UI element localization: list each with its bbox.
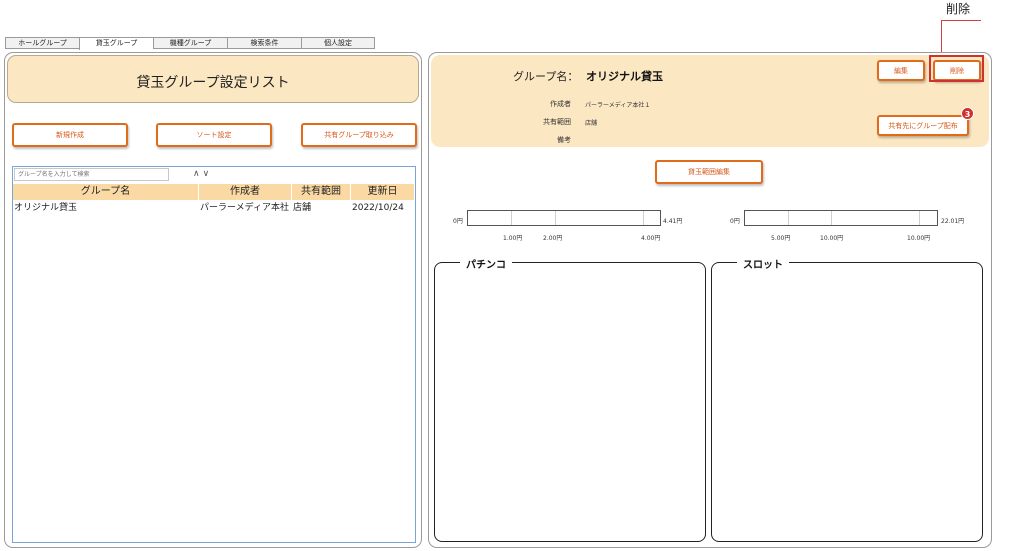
slot-chart-title: スロット [737, 256, 789, 271]
range-tick [555, 211, 556, 225]
note-label: 備考 [557, 136, 571, 144]
pachinko-tick-label: 1.00円 [503, 235, 523, 242]
slot-tick-label: 5.00円 [771, 235, 791, 242]
callout-line [941, 20, 942, 56]
tab-model-group[interactable]: 機種グループ [153, 37, 227, 49]
slot-tick-label: 10.00円 [820, 235, 844, 242]
delete-highlight-box [929, 55, 984, 82]
slot-chart: スロット [711, 256, 983, 542]
creator-value: パーラーメディア本社１ [585, 102, 651, 109]
group-search-input[interactable] [14, 168, 169, 181]
slot-tick-label: 10.00円 [907, 235, 931, 242]
column-header-share-scope[interactable]: 共有範囲 [292, 184, 351, 200]
list-header: 貸玉グループ設定リスト [7, 55, 419, 103]
share-scope-label: 共有範囲 [543, 118, 571, 126]
cell-share-scope: 店舗 [292, 201, 351, 215]
tab-bar: ホールグループ 貸玉グループ 機種グループ 検索条件 個人設定 [5, 37, 375, 50]
column-header-creator[interactable]: 作成者 [199, 184, 292, 200]
slot-range-min: 0円 [730, 218, 740, 225]
slot-range-bar [744, 210, 938, 226]
range-tick [511, 211, 512, 225]
cell-creator: パーラーメディア本社１ [200, 201, 292, 215]
group-list-panel: 貸玉グループ設定リスト 新規作成 ソート設定 共有グループ取り込み ∧∨ グルー… [4, 52, 422, 548]
tab-lending-group[interactable]: 貸玉グループ [79, 37, 153, 50]
column-header-updated[interactable]: 更新日 [351, 184, 415, 200]
group-name-value: オリジナル貸玉 [586, 70, 663, 83]
notification-badge: 3 [961, 107, 974, 120]
pachinko-range-min: 0円 [453, 218, 463, 225]
slot-range-max: 22.01円 [941, 218, 965, 225]
table-header: グループ名 作成者 共有範囲 更新日 [13, 184, 415, 200]
share-scope-value: 店舗 [585, 120, 598, 127]
pachinko-range-bar [467, 210, 661, 226]
table-row[interactable]: オリジナル貸玉 パーラーメディア本社１ 店舗 2022/10/24 [13, 201, 415, 215]
sort-settings-button[interactable]: ソート設定 [156, 123, 272, 147]
tab-hall-group[interactable]: ホールグループ [5, 37, 79, 49]
pachinko-chart: パチンコ [434, 256, 706, 542]
cell-group-name: オリジナル貸玉 [13, 201, 199, 215]
detail-header: グループ名： オリジナル貸玉 作成者 パーラーメディア本社１ 共有範囲 店舗 備… [431, 55, 989, 147]
pachinko-range-max: 4.41円 [663, 218, 683, 225]
pachinko-tick-label: 2.00円 [543, 235, 563, 242]
delete-callout-label: 削除 [946, 2, 971, 16]
sort-toggle-icon[interactable]: ∧∨ [193, 169, 212, 179]
creator-label: 作成者 [550, 100, 571, 108]
distribute-group-button[interactable]: 共有先にグループ配布 [877, 115, 969, 136]
new-button[interactable]: 新規作成 [12, 123, 128, 147]
range-tick [643, 211, 644, 225]
pachinko-tick-label: 4.00円 [641, 235, 661, 242]
range-tick [788, 211, 789, 225]
edit-button[interactable]: 編集 [877, 60, 925, 81]
cell-updated: 2022/10/24 [351, 201, 415, 215]
tab-personal-settings[interactable]: 個人設定 [301, 37, 375, 49]
group-detail-panel: グループ名： オリジナル貸玉 作成者 パーラーメディア本社１ 共有範囲 店舗 備… [428, 52, 992, 548]
tab-search-conditions[interactable]: 検索条件 [227, 37, 301, 49]
range-tick [919, 211, 920, 225]
edit-lending-range-button[interactable]: 貸玉範囲編集 [655, 160, 763, 184]
page-title: 貸玉グループ設定リスト [136, 75, 290, 91]
pachinko-chart-title: パチンコ [460, 256, 512, 271]
callout-line [941, 20, 981, 21]
group-name-label: グループ名： [513, 70, 579, 83]
column-header-group-name[interactable]: グループ名 [13, 184, 199, 200]
group-list: ∧∨ グループ名 作成者 共有範囲 更新日 オリジナル貸玉 パーラーメディア本社… [12, 166, 416, 543]
import-shared-group-button[interactable]: 共有グループ取り込み [301, 123, 417, 147]
range-tick [831, 211, 832, 225]
